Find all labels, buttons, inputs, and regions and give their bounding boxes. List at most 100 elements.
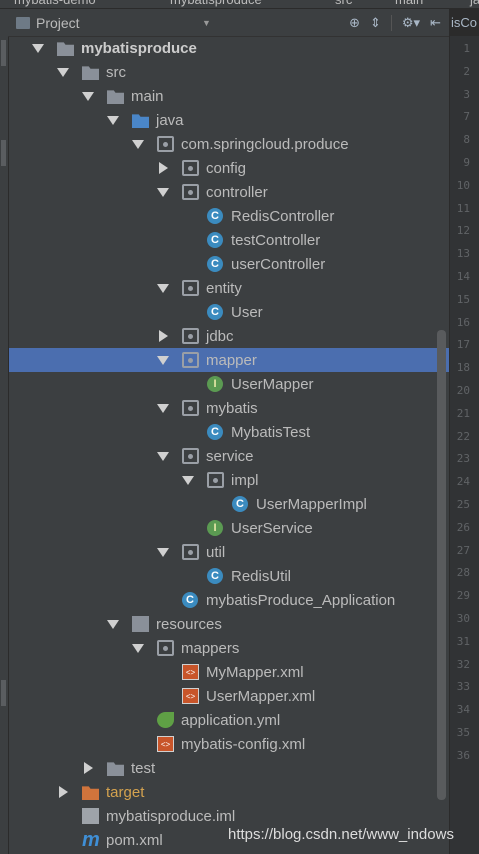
tree-node[interactable]: mappers [9, 636, 449, 660]
line-number: 35 [456, 726, 470, 739]
tree-node[interactable]: <> mybatis-config.xml [9, 732, 449, 756]
expand-arrow-down-icon[interactable] [157, 186, 169, 198]
package-icon [182, 400, 199, 416]
line-number: 18 [456, 361, 470, 375]
tree-node[interactable]: config [9, 156, 449, 180]
breadcrumb-item[interactable]: mybatisproduce [170, 0, 262, 7]
hide-icon[interactable]: ⇤ [430, 15, 441, 31]
tree-node[interactable]: application.yml [9, 708, 449, 732]
tree-node[interactable]: controller [9, 180, 449, 204]
tree-node[interactable]: resources [9, 612, 449, 636]
breadcrumb-item[interactable]: src [335, 0, 352, 7]
editor-tab[interactable]: isCo [449, 9, 479, 36]
tree-node-label: UserMapperImpl [256, 495, 367, 513]
tree-node[interactable]: service [9, 444, 449, 468]
breadcrumb-item[interactable]: main [395, 0, 423, 7]
tree-node[interactable]: impl [9, 468, 449, 492]
xml-file-icon: <> [182, 664, 199, 680]
collapse-arrow-right-icon[interactable] [157, 330, 169, 342]
tree-node-label: impl [231, 471, 259, 489]
expand-arrow-down-icon[interactable] [182, 474, 194, 486]
expand-arrow-down-icon[interactable] [157, 282, 169, 294]
breadcrumb-item[interactable]: ja [470, 0, 479, 7]
iml-file-icon [82, 808, 99, 824]
tree-node-label: UserMapper.xml [206, 687, 316, 705]
collapse-arrow-right-icon[interactable] [82, 762, 94, 774]
collapse-arrow-right-icon[interactable] [57, 786, 69, 798]
collapse-arrow-right-icon[interactable] [157, 162, 169, 174]
tree-node-label: mybatisProduce_Application [206, 591, 396, 609]
tree-node[interactable]: CmybatisProduce_Application [9, 588, 449, 612]
tree-node[interactable]: C UserMapperImpl [9, 492, 449, 516]
collapse-icon[interactable]: ⇕ [370, 15, 381, 31]
editor-line-gutter: 1 2 3 7 8 9 10 11 12 13 14 15 16 17 18 20 21 22 23 24 25 26 27… [449, 36, 479, 854]
tool-window-tab[interactable] [1, 140, 6, 166]
tree-node[interactable]: util [9, 540, 449, 564]
tree-node[interactable]: I UserMapper [9, 372, 449, 396]
expand-arrow-down-icon[interactable] [157, 546, 169, 558]
expand-arrow-down-icon[interactable] [32, 42, 44, 54]
expand-arrow-down-icon[interactable] [57, 66, 69, 78]
tree-node-label: resources [156, 615, 222, 633]
expand-arrow-down-icon[interactable] [82, 90, 94, 102]
line-number: 31 [456, 634, 470, 648]
java-interface-icon: I [207, 520, 223, 536]
crosshair-icon[interactable]: ⊕ [349, 15, 360, 31]
tree-node[interactable]: <> MyMapper.xml [9, 660, 449, 684]
tree-node[interactable]: mapper [9, 348, 449, 372]
tree-node[interactable]: C MybatisTest [9, 420, 449, 444]
expand-arrow-down-icon[interactable] [157, 450, 169, 462]
breadcrumb-item[interactable]: mybatis-demo [14, 0, 96, 7]
tree-node[interactable]: mybatisproduce [9, 36, 449, 60]
tree-node[interactable]: I UserService [9, 516, 449, 540]
tree-node[interactable]: target [9, 780, 449, 804]
line-number: 2 [463, 64, 470, 78]
line-number: 11 [456, 201, 470, 215]
line-number: 7 [463, 110, 470, 124]
package-icon [182, 184, 199, 200]
tree-node-label: service [206, 447, 254, 465]
expand-arrow-down-icon[interactable] [157, 402, 169, 414]
folder-icon [82, 66, 99, 80]
editor-tab-label: isCo [451, 15, 478, 30]
left-tool-strip[interactable] [0, 0, 9, 854]
line-number: 34 [456, 703, 470, 717]
tree-node[interactable]: CtestController [9, 228, 449, 252]
tree-node[interactable]: CuserController [9, 252, 449, 276]
tree-node[interactable]: com.springcloud.produce [9, 132, 449, 156]
chevron-down-icon[interactable]: ▼ [202, 18, 211, 28]
tree-node[interactable]: src [9, 60, 449, 84]
expand-arrow-down-icon[interactable] [107, 114, 119, 126]
expand-arrow-down-icon[interactable] [132, 138, 144, 150]
line-number: 8 [463, 133, 470, 147]
tool-window-tab[interactable] [1, 40, 6, 66]
expand-arrow-down-icon[interactable] [157, 354, 169, 366]
package-icon [182, 448, 199, 464]
package-icon [182, 328, 199, 344]
java-class-icon: C [207, 304, 223, 320]
gear-icon[interactable]: ⚙▾ [402, 15, 420, 31]
tree-node[interactable]: test [9, 756, 449, 780]
tree-node[interactable]: main [9, 84, 449, 108]
expand-arrow-down-icon[interactable] [132, 642, 144, 654]
tree-node[interactable]: C RedisController [9, 204, 449, 228]
tree-scrollbar[interactable] [437, 330, 446, 800]
tree-node[interactable]: jdbc [9, 324, 449, 348]
tree-node[interactable]: C User [9, 300, 449, 324]
tree-node[interactable]: <> UserMapper.xml [9, 684, 449, 708]
tool-window-tab[interactable] [1, 680, 6, 706]
tree-node-label: src [106, 63, 126, 81]
project-view-selector[interactable]: Project [36, 15, 196, 31]
watermark-text: https://blog.csdn.net/www_indows [228, 826, 454, 843]
tree-node[interactable]: C RedisUtil [9, 564, 449, 588]
expand-arrow-down-icon[interactable] [107, 618, 119, 630]
tree-node-label: java [156, 111, 184, 129]
tree-node-label: pom.xml [106, 831, 163, 849]
tree-node-label: mappers [181, 639, 240, 657]
tree-node[interactable]: entity [9, 276, 449, 300]
project-tree[interactable]: mybatisproduce src main java com.springcloud… [9, 36, 449, 854]
package-icon [182, 352, 199, 368]
tree-node[interactable]: mybatisproduce.iml [9, 804, 449, 828]
tree-node[interactable]: java [9, 108, 449, 132]
tree-node[interactable]: mybatis [9, 396, 449, 420]
